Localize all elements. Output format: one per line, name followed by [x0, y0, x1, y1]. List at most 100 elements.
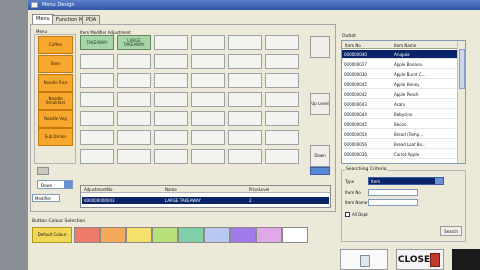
grid-cell[interactable]: [80, 149, 114, 164]
grid-cell[interactable]: [228, 92, 262, 107]
title-bar: Menu Design: [28, 0, 480, 10]
colour-swatch-yellow[interactable]: [126, 227, 152, 243]
close-label: CLOSE: [397, 254, 431, 265]
list-item[interactable]: 000000030 Apple Burnt C...: [342, 70, 458, 79]
item-no: 000000044: [344, 112, 367, 117]
all-dept-checkbox[interactable]: [345, 212, 350, 217]
item-name-input[interactable]: [368, 199, 418, 206]
grid-cell[interactable]: [154, 111, 188, 126]
grid-cell[interactable]: [117, 92, 151, 107]
grid-cell[interactable]: [191, 111, 225, 126]
grid-cell[interactable]: [191, 149, 225, 164]
grid-cell[interactable]: [228, 111, 262, 126]
grid-cell[interactable]: [191, 73, 225, 88]
grid-cell[interactable]: [265, 149, 299, 164]
grid-cell[interactable]: [117, 130, 151, 145]
grid-cell[interactable]: [80, 92, 114, 107]
scrollbar-thumb[interactable]: [459, 49, 465, 89]
grid-cell[interactable]: [117, 54, 151, 69]
adjustment-table: AdjustmentNo Name PriceLevel 00000000000…: [80, 185, 331, 208]
list-item[interactable]: 000000042 Apple Peach: [342, 90, 458, 99]
list-item[interactable]: 000000054 Bread (Temp...: [342, 130, 458, 139]
modifier-selector[interactable]: Modifier: [32, 194, 60, 202]
menu-button-noodle-breakfast[interactable]: Noodle Breakfast: [38, 92, 73, 110]
outlet-scrollbar[interactable]: [457, 41, 465, 163]
grid-cell[interactable]: [154, 92, 188, 107]
grid-cell[interactable]: [154, 149, 188, 164]
up-scroll-button[interactable]: [310, 36, 330, 58]
grid-cell[interactable]: [191, 35, 225, 50]
scroll-down-arrow[interactable]: [310, 167, 330, 175]
colour-swatch-teal[interactable]: [178, 227, 204, 243]
grid-cell-takeaway[interactable]: TAKEAWAY: [80, 35, 114, 50]
menu-button-coffee[interactable]: Coffee: [38, 36, 73, 54]
colour-swatch-pink[interactable]: [256, 227, 282, 243]
grid-cell[interactable]: [265, 35, 299, 50]
item-no: 000000045: [344, 122, 367, 127]
grid-cell[interactable]: [154, 35, 188, 50]
item-name: Apple Peach: [394, 92, 419, 97]
item-name: Bread Loaf Bo...: [394, 142, 426, 147]
grid-cell[interactable]: [228, 54, 262, 69]
grid-cell[interactable]: [80, 130, 114, 145]
grid-cell[interactable]: [191, 92, 225, 107]
small-scroll-button[interactable]: [37, 167, 49, 175]
grid-cell[interactable]: [154, 54, 188, 69]
colour-swatch-blue[interactable]: [204, 227, 230, 243]
table-row[interactable]: 000000000003 LARGE TAKEAWAY 2: [82, 197, 329, 204]
grid-cell[interactable]: [154, 130, 188, 145]
outlet-header-item-name: Item Name: [394, 43, 417, 48]
colour-swatch-light-green[interactable]: [152, 227, 178, 243]
outlet-label: Outlet: [342, 34, 356, 39]
grid-cell[interactable]: [265, 130, 299, 145]
grid-cell[interactable]: [228, 130, 262, 145]
menu-button-noodle-veg[interactable]: Noodle Veg: [38, 110, 73, 128]
app-icon: [31, 2, 38, 8]
item-name: Arugula: [394, 52, 410, 57]
adjustment-price-level: 2: [249, 198, 252, 203]
grid-cell[interactable]: [265, 92, 299, 107]
list-item[interactable]: 000000040 Arugula: [342, 50, 458, 59]
grid-cell[interactable]: [117, 149, 151, 164]
grid-cell[interactable]: [265, 54, 299, 69]
grid-cell[interactable]: [228, 149, 262, 164]
list-item[interactable]: 000000043 Asahi: [342, 100, 458, 109]
grid-cell[interactable]: [80, 54, 114, 69]
grid-cell[interactable]: [80, 73, 114, 88]
item-no: 000000030: [344, 72, 367, 77]
menu-button-beer[interactable]: Beer: [38, 55, 73, 73]
list-item[interactable]: 000000044 Babycino: [342, 110, 458, 119]
type-select[interactable]: Item: [368, 177, 444, 185]
grid-cell[interactable]: [80, 111, 114, 126]
down-button[interactable]: Down: [310, 145, 330, 167]
menu-button-noodle-rice[interactable]: Noodle Rice: [38, 74, 73, 92]
up-level-button[interactable]: Up Level: [310, 93, 330, 115]
menu-button-sub-drinks[interactable]: Sub Drinks: [38, 128, 73, 146]
grid-cell[interactable]: [154, 73, 188, 88]
colour-swatch-white[interactable]: [282, 227, 308, 243]
default-colour-button[interactable]: Default Colour: [32, 227, 72, 243]
colour-swatch-orange[interactable]: [100, 227, 126, 243]
grid-cell[interactable]: [117, 73, 151, 88]
grid-cell-large-takeaway[interactable]: LARGE TAKEAWAY: [117, 35, 151, 50]
colour-swatch-purple[interactable]: [230, 227, 256, 243]
list-item[interactable]: 000000045 Apple Honey: [342, 80, 458, 89]
grid-cell[interactable]: [228, 73, 262, 88]
list-item[interactable]: 000000026 Carrot Apple: [342, 150, 458, 159]
grid-cell[interactable]: [191, 54, 225, 69]
item-no: 000000054: [344, 132, 367, 137]
list-item[interactable]: 000000045 Bacon: [342, 120, 458, 129]
list-item[interactable]: 000000027 Apple Banana: [342, 60, 458, 69]
colour-swatch-red[interactable]: [74, 227, 100, 243]
grid-cell[interactable]: [117, 111, 151, 126]
list-item[interactable]: 000000056 Bread Loaf Bo...: [342, 140, 458, 149]
down-dropdown[interactable]: Down: [37, 180, 73, 189]
grid-cell[interactable]: [265, 73, 299, 88]
search-button[interactable]: Search: [440, 226, 462, 236]
delete-button[interactable]: [340, 249, 388, 270]
grid-cell[interactable]: [265, 111, 299, 126]
adjustment-name: LARGE TAKEAWAY: [165, 198, 201, 203]
grid-cell[interactable]: [228, 35, 262, 50]
grid-cell[interactable]: [191, 130, 225, 145]
item-no-input[interactable]: [368, 189, 418, 196]
